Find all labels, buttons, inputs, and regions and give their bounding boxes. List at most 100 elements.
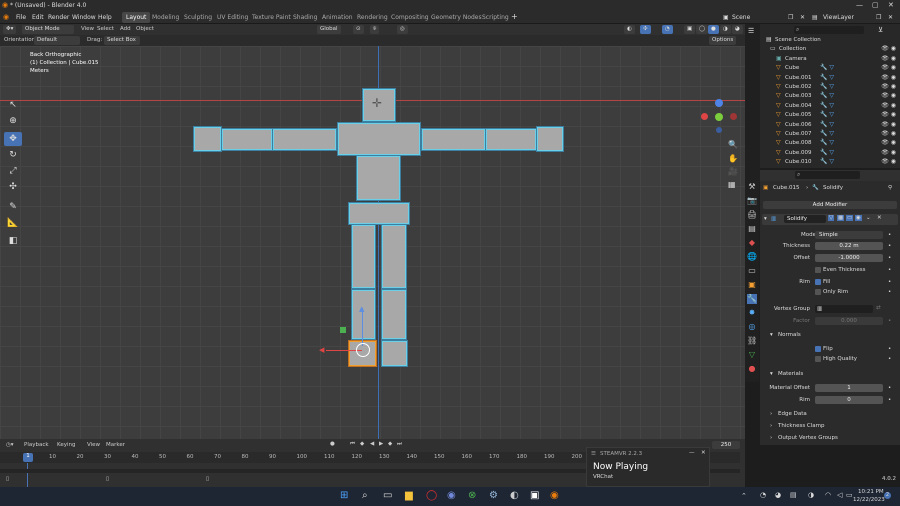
cube-right-thigh[interactable] (382, 225, 406, 288)
edge-data-section[interactable]: Edge Data (778, 411, 807, 417)
modifier-indicator-icon[interactable]: 🔧 ▽ (820, 121, 834, 128)
tray-app-icon-2[interactable]: ◕ (775, 491, 781, 499)
measure-tool-icon[interactable]: 📐 (4, 216, 22, 230)
outliner-row[interactable]: ▭ Collection 👁 ◉ (760, 45, 900, 54)
menu-view[interactable]: View (81, 26, 94, 32)
pan-hand-icon[interactable]: ✋ (728, 154, 738, 163)
visibility-toggle-icon[interactable]: 👁 ◉ (881, 102, 896, 109)
modifier-indicator-icon[interactable]: 🔧 ▽ (820, 158, 834, 165)
zoom-icon[interactable]: 🔍 (728, 140, 738, 149)
tab-compositing[interactable]: Compositing (387, 12, 433, 23)
gizmo-neg-x-icon[interactable] (730, 113, 737, 120)
material-tab-icon[interactable]: ● (747, 364, 757, 374)
add-modifier-button[interactable]: Add Modifier (763, 201, 897, 209)
outliner-search-input[interactable]: ⌕ (794, 26, 864, 34)
outliner-row[interactable]: ▽ Cube.008 🔧 ▽ 👁 ◉ (760, 139, 900, 148)
start-icon[interactable]: ⊞ (340, 490, 348, 501)
menu-help[interactable]: Help (98, 14, 112, 21)
modifier-delete-icon[interactable]: ✕ (877, 215, 882, 221)
gizmo-x-arrowhead-icon[interactable]: ◀ (319, 346, 324, 354)
close-icon[interactable]: ✕ (888, 1, 894, 9)
even-thickness-checkbox[interactable] (815, 267, 821, 273)
modifier-indicator-icon[interactable]: 🔧 ▽ (820, 83, 834, 90)
file-explorer-icon[interactable]: ▆ (405, 490, 413, 501)
add-workspace-icon[interactable]: + (511, 12, 518, 21)
scale-tool-icon[interactable]: ⤢ (4, 164, 22, 178)
high-quality-keyframe-icon[interactable]: • (888, 356, 891, 362)
shading-wireframe-icon[interactable]: ◯ (696, 25, 709, 34)
data-tab-icon[interactable]: ▽ (747, 350, 757, 360)
particles-tab-icon[interactable]: ✸ (747, 308, 757, 318)
minimize-icon[interactable]: — (856, 1, 863, 9)
even-thickness-keyframe-icon[interactable]: • (888, 267, 891, 273)
modifier-indicator-icon[interactable]: 🔧 ▽ (820, 149, 834, 156)
menu-file[interactable]: File (16, 14, 26, 21)
view-layer-close-icon[interactable]: ✕ (888, 14, 893, 21)
pin-icon[interactable]: ⚲ (888, 185, 892, 191)
viewport-toggle-icon[interactable]: ▭ (846, 215, 854, 221)
transform-tool-icon[interactable]: ✣ (4, 180, 22, 194)
cube-left-shin[interactable] (352, 290, 375, 339)
offset-field[interactable]: -1.0000 (815, 254, 883, 262)
visibility-toggle-icon[interactable]: 👁 ◉ (881, 92, 896, 99)
edge-data-chevron-icon[interactable]: › (770, 411, 772, 417)
scene-close-icon[interactable]: ✕ (800, 14, 805, 21)
transform-orientation-dropdown[interactable]: Global (317, 25, 341, 34)
overlay-toggle-icon[interactable]: ◔ (662, 25, 673, 34)
outliner-row[interactable]: ▽ Cube.010 🔧 ▽ 👁 ◉ (760, 158, 900, 167)
visibility-toggle-icon[interactable]: 👁 ◉ (881, 111, 896, 118)
tab-sculpting[interactable]: Sculpting (180, 12, 216, 23)
camera-view-icon[interactable]: 🎥 (728, 167, 738, 176)
tab-uv-editing[interactable]: UV Editing (213, 12, 252, 23)
select-tool-icon[interactable]: ↖ (4, 98, 22, 112)
annotate-tool-icon[interactable]: ✎ (4, 200, 22, 214)
search-taskbar-icon[interactable]: ⌕ (362, 490, 368, 501)
material-offset-field[interactable]: 1 (815, 384, 883, 392)
cube-left-hand[interactable] (194, 127, 221, 151)
blender-taskbar-icon[interactable]: ◉ (550, 490, 559, 501)
factor-keyframe-icon[interactable]: • (888, 318, 891, 324)
vertex-group-field[interactable]: ▥ (815, 305, 873, 313)
world-tab-icon[interactable]: 🌐 (747, 252, 757, 262)
material-offset-keyframe-icon[interactable]: • (888, 385, 891, 391)
visibility-toggle-icon[interactable]: 👁 ◉ (881, 121, 896, 128)
tab-layout[interactable]: Layout (122, 12, 151, 23)
visibility-toggle-icon[interactable]: 👁 ◉ (881, 55, 896, 62)
menu-object[interactable]: Object (136, 26, 154, 32)
output-vertex-groups-chevron-icon[interactable]: › (770, 435, 772, 441)
orientation-dropdown[interactable]: Default (34, 36, 80, 45)
snap-icon[interactable]: ⌾ (370, 25, 380, 34)
maximize-icon[interactable]: ▢ (872, 1, 879, 9)
tray-app-icon-4[interactable]: ◑ (808, 491, 814, 499)
cube-right-forearm[interactable] (486, 129, 536, 150)
view-layer-name[interactable]: ViewLayer (823, 14, 854, 21)
tab-texture-paint[interactable]: Texture Paint (248, 12, 295, 23)
context-object-name[interactable]: Cube.015 (773, 185, 799, 191)
mode-dropdown[interactable]: Object Mode (22, 25, 74, 34)
modifier-indicator-icon[interactable]: 🔧 ▽ (820, 74, 834, 81)
blender-menu-icon[interactable]: ◉ (3, 13, 9, 21)
opera-icon[interactable]: ◯ (426, 490, 437, 501)
constraints-tab-icon[interactable]: ⛓ (747, 336, 757, 346)
cube-left-forearm[interactable] (222, 129, 272, 150)
edit-mode-toggle-icon[interactable]: ▽ (828, 215, 835, 221)
visibility-toggle-icon[interactable]: 👁 ◉ (881, 64, 896, 71)
outliner-row[interactable]: ▽ Cube.003 🔧 ▽ 👁 ◉ (760, 92, 900, 101)
timeline-editor-icon[interactable]: ◷▾ (6, 442, 14, 448)
cube-right-foot[interactable] (382, 341, 407, 366)
shading-rendered-icon[interactable]: ◕ (732, 25, 743, 34)
tab-geometry-nodes[interactable]: Geometry Nodes (427, 12, 486, 23)
thickness-keyframe-icon[interactable]: • (888, 243, 891, 249)
play-reverse-icon[interactable]: ◀ (370, 441, 374, 447)
prev-keyframe-icon[interactable]: ◆ (360, 441, 364, 447)
cage-toggle-icon[interactable]: ▦ (837, 215, 845, 221)
object-tab-icon[interactable]: ▣ (747, 280, 757, 290)
steamvr-notification[interactable]: ☰ STEAMVR 2.2.3 — ✕ Now Playing VRChat (586, 447, 710, 487)
physics-tab-icon[interactable]: ◎ (747, 322, 757, 332)
cube-hips[interactable] (349, 203, 409, 224)
output-vertex-groups-section[interactable]: Output Vertex Groups (778, 435, 838, 441)
end-frame-field[interactable]: 250 (712, 441, 740, 449)
xbox-icon[interactable]: ⊗ (468, 490, 476, 501)
gizmo-x-axis-icon[interactable] (701, 113, 708, 120)
modifier-indicator-icon[interactable]: 🔧 ▽ (820, 111, 834, 118)
